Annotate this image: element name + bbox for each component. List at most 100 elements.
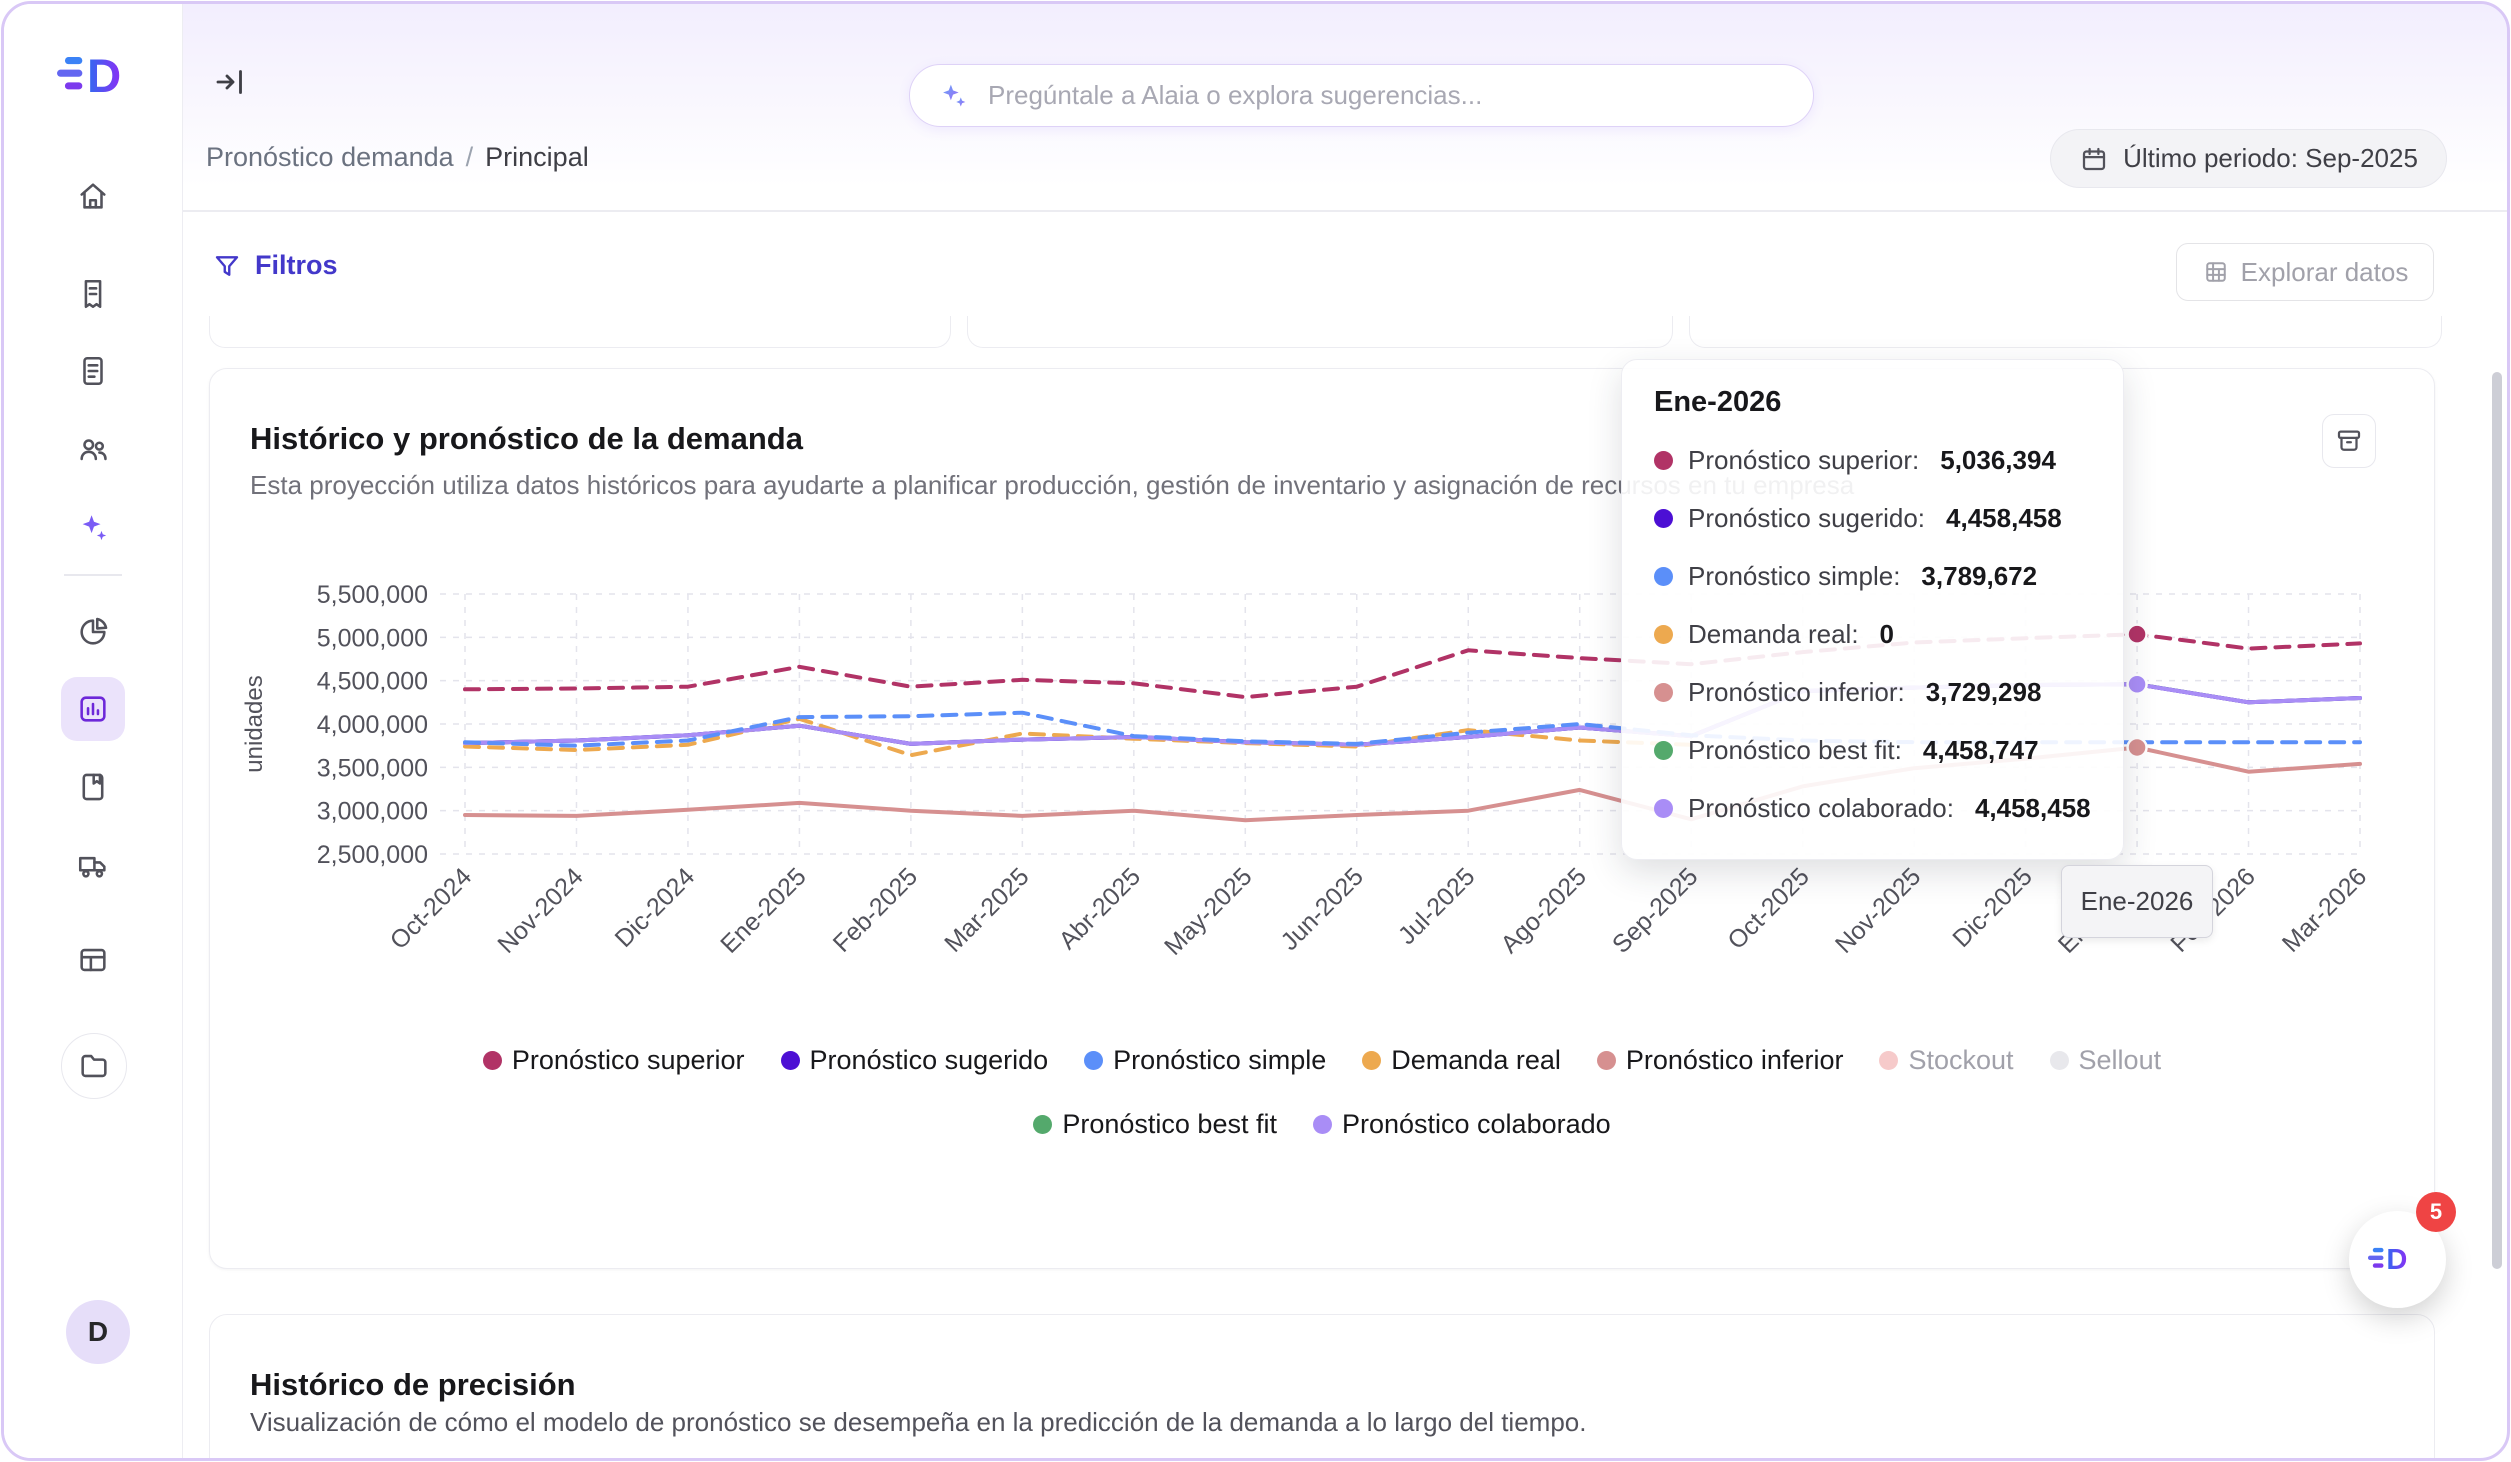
table-icon	[76, 943, 110, 977]
legend-item[interactable]: Pronóstico superior	[483, 1045, 745, 1076]
filters-label: Filtros	[255, 250, 338, 281]
breadcrumb-separator: /	[466, 142, 474, 173]
precision-card-title: Histórico de precisión	[250, 1367, 576, 1403]
brand-logo-icon: D	[2367, 1241, 2429, 1278]
legend-label: Pronóstico superior	[512, 1045, 745, 1076]
tooltip-row: Demanda real: 0	[1654, 605, 2091, 663]
sidebar-item-users[interactable]	[61, 417, 125, 481]
archive-icon	[2334, 426, 2364, 456]
tooltip-series-value: 4,458,747	[1923, 735, 2039, 766]
search-input[interactable]	[986, 79, 1787, 112]
legend-item[interactable]: Stockout	[1879, 1045, 2013, 1076]
tooltip-row: Pronóstico inferior: 3,729,298	[1654, 663, 2091, 721]
legend-item[interactable]: Pronóstico colaborado	[1313, 1109, 1611, 1140]
legend-label: Sellout	[2079, 1045, 2162, 1076]
svg-text:4,500,000: 4,500,000	[317, 668, 428, 696]
breadcrumb-section[interactable]: Pronóstico demanda	[206, 142, 454, 173]
sidebar-item-home[interactable]	[61, 164, 125, 228]
tooltip-rows: Pronóstico superior:5,036,394Pronóstico …	[1654, 431, 2091, 837]
legend-item[interactable]: Demanda real	[1362, 1045, 1561, 1076]
legend-dot-icon	[1084, 1051, 1103, 1070]
invoice-icon	[76, 277, 110, 311]
tooltip-row: Pronóstico simple: 3,789,672	[1654, 547, 2091, 605]
legend-label: Pronóstico sugerido	[810, 1045, 1049, 1076]
assistant-search-bar[interactable]	[909, 64, 1814, 127]
chart-legend-row-1: Pronóstico superior Pronóstico sugerido Pr…	[210, 1045, 2434, 1076]
bar-chart-icon	[76, 692, 110, 726]
svg-text:Dic-2025: Dic-2025	[1947, 862, 2038, 953]
kpi-card-partial	[209, 316, 951, 348]
legend-item[interactable]: Pronóstico simple	[1084, 1045, 1326, 1076]
legend-label: Stockout	[1908, 1045, 2013, 1076]
svg-text:Jul-2025: Jul-2025	[1393, 862, 1481, 950]
tooltip-row: Pronóstico colaborado:4,458,458	[1654, 779, 2091, 837]
legend-dot-icon	[781, 1051, 800, 1070]
series-dot-icon	[1654, 509, 1673, 528]
chart-tooltip: Ene-2026 Pronóstico superior:5,036,394Pr…	[1621, 359, 2124, 860]
svg-text:5,000,000: 5,000,000	[317, 624, 428, 652]
chart-legend-row-2: Pronóstico best fit Pronóstico colaborado	[210, 1109, 2434, 1140]
legend-item[interactable]: Pronóstico sugerido	[781, 1045, 1049, 1076]
sidebar-item-forecast[interactable]	[61, 677, 125, 741]
legend-dot-icon	[2050, 1051, 2069, 1070]
sidebar-item-analytics[interactable]	[61, 600, 125, 664]
legend-item[interactable]: Sellout	[2050, 1045, 2162, 1076]
tooltip-series-label: Demanda real:	[1688, 619, 1859, 650]
user-avatar[interactable]: D	[66, 1300, 130, 1364]
sidebar-item-invoices[interactable]	[61, 262, 125, 326]
last-period-badge[interactable]: Último periodo: Sep-2025	[2050, 129, 2447, 188]
sidebar-item-logistics[interactable]	[61, 834, 125, 898]
svg-text:Mar-2025: Mar-2025	[939, 862, 1034, 957]
sidebar-item-ai-assistant[interactable]	[61, 496, 125, 560]
vertical-scrollbar[interactable]	[2492, 372, 2502, 1269]
document-icon	[76, 354, 110, 388]
series-dot-icon	[1654, 625, 1673, 644]
legend-dot-icon	[1362, 1051, 1381, 1070]
header-divider	[182, 210, 2507, 212]
sidebar: D	[4, 4, 183, 1458]
brand-logo[interactable]: D	[52, 46, 160, 106]
svg-text:Jun-2025: Jun-2025	[1275, 862, 1369, 956]
bookmark-book-icon	[76, 770, 110, 804]
legend-label: Pronóstico best fit	[1062, 1109, 1277, 1140]
notification-badge: 5	[2416, 1192, 2456, 1232]
breadcrumb-page[interactable]: Principal	[485, 142, 589, 173]
sidebar-item-files[interactable]	[61, 1033, 127, 1099]
tooltip-series-label: Pronóstico sugerido:	[1688, 503, 1925, 534]
filters-button[interactable]: Filtros	[212, 250, 338, 281]
legend-dot-icon	[1313, 1115, 1332, 1134]
legend-dot-icon	[1033, 1115, 1052, 1134]
legend-item[interactable]: Pronóstico inferior	[1597, 1045, 1844, 1076]
x-axis-hover-label: Ene-2026	[2061, 865, 2213, 938]
sidebar-item-tables[interactable]	[61, 928, 125, 992]
precision-history-card: Histórico de precisión Visualización de …	[209, 1314, 2435, 1461]
explore-data-button[interactable]: Explorar datos	[2176, 243, 2434, 301]
svg-text:4,000,000: 4,000,000	[317, 711, 428, 739]
kpi-card-partial	[1689, 316, 2442, 348]
pie-chart-icon	[76, 615, 110, 649]
tooltip-series-value: 5,036,394	[1940, 445, 2056, 476]
legend-item[interactable]: Pronóstico best fit	[1033, 1109, 1277, 1140]
svg-text:Oct-2025: Oct-2025	[1722, 862, 1815, 955]
svg-text:Sep-2025: Sep-2025	[1607, 862, 1703, 958]
tooltip-row: Pronóstico best fit:4,458,747	[1654, 721, 2091, 779]
tooltip-series-value: 0	[1880, 619, 1894, 650]
sidebar-item-documents[interactable]	[61, 339, 125, 403]
tooltip-series-label: Pronóstico simple:	[1688, 561, 1900, 592]
tooltip-series-label: Pronóstico inferior:	[1688, 677, 1905, 708]
tooltip-series-value: 3,729,298	[1926, 677, 2042, 708]
home-icon	[76, 179, 110, 213]
filter-funnel-icon	[212, 251, 242, 281]
sparkles-icon	[76, 511, 110, 545]
calendar-icon	[2079, 144, 2109, 174]
legend-label: Pronóstico inferior	[1626, 1045, 1844, 1076]
save-chart-button[interactable]	[2322, 414, 2376, 468]
series-dot-icon	[1654, 451, 1673, 470]
sidebar-item-catalog[interactable]	[61, 755, 125, 819]
svg-text:unidades: unidades	[241, 675, 268, 772]
svg-text:D: D	[2386, 1244, 2407, 1276]
tooltip-series-label: Pronóstico colaborado:	[1688, 793, 1954, 824]
legend-dot-icon	[483, 1051, 502, 1070]
tooltip-series-value: 3,789,672	[1921, 561, 2037, 592]
sidebar-collapse-button[interactable]	[208, 60, 252, 104]
